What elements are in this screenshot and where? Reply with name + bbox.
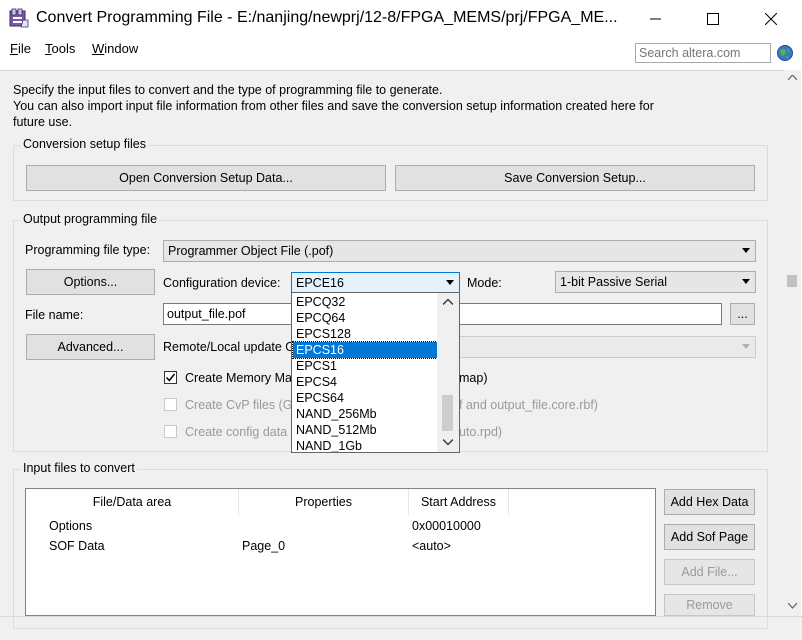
dropdown-option-epcs16[interactable]: EPCS16 bbox=[292, 341, 440, 359]
dropdown-option-nand-512mb[interactable]: NAND_512Mb bbox=[293, 422, 439, 438]
chevron-down-icon bbox=[742, 344, 750, 349]
search-box bbox=[635, 43, 772, 63]
maximize-button[interactable] bbox=[684, 0, 742, 38]
chevron-down-icon bbox=[446, 279, 454, 285]
intro-line-1: Specify the input files to convert and t… bbox=[13, 83, 443, 97]
convert-file-icon bbox=[9, 8, 29, 28]
cell-area: Options bbox=[49, 519, 93, 533]
scrollbar-track bbox=[786, 92, 799, 597]
remote-local-update-label: Remote/Local update G bbox=[163, 340, 296, 354]
programming-file-type-select[interactable]: Programmer Object File (.pof) bbox=[163, 240, 756, 262]
menu-tools-label: ools bbox=[51, 41, 76, 56]
create-cvp-files-label-tail: f and output_file.core.rbf) bbox=[459, 398, 598, 412]
cell-properties: Page_0 bbox=[242, 539, 286, 553]
create-config-data-label-tail: uto.rpd) bbox=[459, 425, 503, 439]
menu-tools[interactable]: Tools bbox=[45, 41, 75, 56]
programming-file-type-value: Programmer Object File (.pof) bbox=[168, 244, 334, 258]
mode-value: 1-bit Passive Serial bbox=[560, 275, 667, 289]
column-header-start-address[interactable]: Start Address bbox=[409, 489, 509, 515]
file-name-label: File name: bbox=[25, 308, 84, 322]
intro-line-3: future use. bbox=[13, 115, 73, 129]
dropdown-scrollbar-thumb[interactable] bbox=[442, 395, 453, 431]
remote-local-update-select[interactable] bbox=[459, 336, 756, 358]
create-cvp-files-label: Create CvP files (G bbox=[185, 398, 293, 412]
dropdown-option-nand-256mb[interactable]: NAND_256Mb bbox=[293, 406, 439, 422]
menu-file[interactable]: File bbox=[10, 41, 31, 56]
dropdown-scrollbar[interactable] bbox=[437, 293, 459, 452]
window-title: Convert Programming File - E:/nanjing/ne… bbox=[36, 9, 618, 26]
vertical-scrollbar[interactable] bbox=[784, 70, 801, 616]
scrollbar-thumb[interactable] bbox=[787, 275, 797, 287]
create-config-data-label: Create config data bbox=[185, 425, 288, 439]
dropdown-option-epcq32[interactable]: EPCQ32 bbox=[293, 294, 439, 310]
add-hex-data-button[interactable]: Add Hex Data bbox=[664, 489, 755, 515]
chevron-down-icon bbox=[742, 279, 750, 284]
create-memory-map-label: Create Memory Ma bbox=[185, 371, 292, 385]
minimize-button[interactable] bbox=[627, 0, 685, 38]
configuration-device-label: Configuration device: bbox=[163, 276, 281, 290]
add-sof-page-button[interactable]: Add Sof Page bbox=[664, 524, 755, 550]
dropdown-option-epcs1[interactable]: EPCS1 bbox=[293, 358, 439, 374]
minimize-icon bbox=[650, 18, 661, 20]
scroll-up-icon[interactable] bbox=[443, 299, 453, 305]
search-input[interactable] bbox=[636, 44, 772, 62]
options-button[interactable]: Options... bbox=[26, 269, 155, 295]
menu-window-label: indow bbox=[104, 41, 139, 56]
remove-button[interactable]: Remove bbox=[664, 594, 755, 616]
output-programming-title: Output programming file bbox=[21, 212, 160, 226]
mode-label: Mode: bbox=[467, 276, 502, 290]
column-header-file-data-area[interactable]: File/Data area bbox=[26, 489, 239, 515]
conversion-setup-title: Conversion setup files bbox=[21, 137, 148, 151]
cell-address: 0x00010000 bbox=[412, 519, 481, 533]
intro-line-2: You can also import input file informati… bbox=[13, 99, 654, 113]
dropdown-option-epcs64[interactable]: EPCS64 bbox=[293, 390, 439, 406]
dropdown-option-epcq64[interactable]: EPCQ64 bbox=[293, 310, 439, 326]
cell-area: SOF Data bbox=[49, 539, 105, 553]
maximize-icon bbox=[707, 13, 719, 25]
cell-address: <auto> bbox=[412, 539, 451, 553]
dropdown-option-epcs4[interactable]: EPCS4 bbox=[293, 374, 439, 390]
configuration-device-value: EPCE16 bbox=[296, 275, 344, 290]
menu-file-accel: F bbox=[10, 41, 18, 56]
configuration-device-dropdown-list: EPCQ32 EPCQ64 EPCS128 EPCS16 EPCS1 EPCS4… bbox=[291, 292, 460, 453]
scroll-up-icon[interactable] bbox=[788, 75, 797, 81]
globe-icon[interactable] bbox=[776, 44, 794, 62]
chevron-down-icon bbox=[742, 248, 750, 253]
scroll-down-icon[interactable] bbox=[788, 603, 797, 609]
scroll-down-icon[interactable] bbox=[443, 439, 453, 445]
table-row[interactable]: SOF Data Page_0 <auto> bbox=[26, 537, 655, 557]
browse-button[interactable]: ... bbox=[730, 303, 755, 325]
save-conversion-setup-button[interactable]: Save Conversion Setup... bbox=[395, 165, 755, 191]
create-memory-map-label-tail: map) bbox=[459, 371, 488, 385]
dropdown-option-epcs128[interactable]: EPCS128 bbox=[293, 326, 439, 342]
close-button[interactable] bbox=[742, 0, 800, 38]
input-files-title: Input files to convert bbox=[21, 461, 137, 475]
checkmark-icon bbox=[165, 373, 176, 382]
create-config-data-checkbox[interactable] bbox=[164, 425, 177, 438]
advanced-button[interactable]: Advanced... bbox=[26, 334, 155, 360]
close-icon bbox=[765, 13, 777, 25]
mode-select[interactable]: 1-bit Passive Serial bbox=[555, 271, 756, 293]
menu-window-accel: W bbox=[92, 41, 105, 56]
menu-file-label: ile bbox=[17, 41, 31, 56]
add-file-button[interactable]: Add File... bbox=[664, 559, 755, 585]
column-header-properties[interactable]: Properties bbox=[239, 489, 409, 515]
programming-file-type-label: Programming file type: bbox=[25, 243, 151, 257]
create-cvp-files-checkbox[interactable] bbox=[164, 398, 177, 411]
open-conversion-setup-button[interactable]: Open Conversion Setup Data... bbox=[26, 165, 386, 191]
create-memory-map-checkbox[interactable] bbox=[164, 371, 177, 384]
table-row[interactable]: Options 0x00010000 bbox=[26, 517, 655, 537]
menu-window[interactable]: Window bbox=[92, 41, 138, 56]
dropdown-option-nand-1gb[interactable]: NAND_1Gb bbox=[293, 438, 439, 452]
configuration-device-select[interactable]: EPCE16 bbox=[291, 272, 460, 293]
